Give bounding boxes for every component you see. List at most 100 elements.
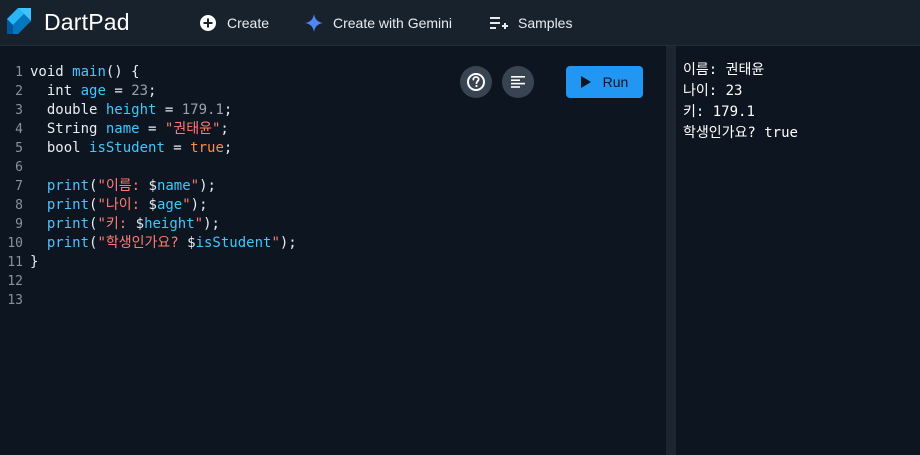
line-number: 8 [15,198,23,213]
play-icon [580,76,591,88]
operator: = [156,102,182,118]
run-label: Run [602,74,629,90]
code-line: bool isStudent = true; [30,139,666,158]
line-number: 3 [15,103,23,118]
playlist-add-icon [490,14,508,32]
samples-label: Samples [518,15,573,31]
number-literal: 179.1 [181,102,224,118]
operator: = [164,140,191,156]
line-number: 4 [15,122,23,137]
interpolation: $ [187,235,196,251]
punctuation: } [30,254,39,270]
string-literal: " [182,197,191,213]
punctuation: ; [220,121,229,137]
string-literal: "나이: [97,197,149,213]
help-button[interactable] [460,66,492,98]
line-number: 6 [15,160,23,175]
console-line: 키: 179.1 [683,104,755,120]
interpolated-variable: name [156,178,191,194]
code-line: print("학생인가요? $isStudent"); [30,234,666,253]
create-with-gemini-label: Create with Gemini [333,15,453,31]
code-editor[interactable]: 1 2 3 4 5 6 7 8 9 10 11 12 13 void main(… [0,46,666,455]
console-line: 이름: 권태윤 [683,62,765,78]
dart-logo-icon[interactable] [4,5,38,39]
punctuation: ); [203,216,220,232]
string-literal: "키: [97,216,136,232]
line-number-gutter: 1 2 3 4 5 6 7 8 9 10 11 12 13 [0,63,24,310]
variable: height [105,102,157,118]
punctuation: ); [190,197,208,213]
code-line: print("나이: $age"); [30,196,666,215]
interpolation: $ [135,216,145,232]
type: double [46,102,98,118]
interpolated-variable: age [156,197,183,213]
format-align-icon [511,76,525,88]
string-literal: " [190,178,200,194]
create-label: Create [227,15,270,31]
format-button[interactable] [502,66,534,98]
punctuation: ); [279,235,297,251]
code-line: } [30,253,666,272]
string-literal: "권태윤" [164,121,221,137]
console-line: 나이: 23 [683,83,743,99]
interpolation: $ [148,197,157,213]
line-number: 7 [15,179,23,194]
line-number: 13 [7,293,23,308]
line-number: 12 [7,274,23,289]
app-title: DartPad [44,9,130,35]
variable: name [105,121,140,137]
code-line: print("키: $height"); [30,215,666,234]
console-output: 이름: 권태윤 나이: 23 키: 179.1 학생인가요? true [676,46,920,455]
line-number: 9 [15,217,23,232]
code-line: print("이름: $name"); [30,177,666,196]
punctuation: ; [148,83,157,99]
function-name: main [72,64,106,80]
line-number: 10 [7,236,23,251]
string-literal: " [194,216,204,232]
interpolated-variable: height [144,216,195,232]
function-name: print [46,235,90,251]
variable: isStudent [89,140,165,156]
gemini-sparkle-icon [305,14,323,32]
line-number: 11 [7,255,23,270]
type: String [46,121,98,137]
type: int [46,83,73,99]
string-literal: "학생인가요? [97,235,188,251]
app-header: DartPad Create Create with Gemini Sample… [0,0,920,46]
operator: = [105,83,132,99]
help-circle-icon [467,73,485,91]
type: bool [46,140,81,156]
punctuation: () { [105,64,140,80]
interpolation: $ [148,178,157,194]
punctuation: ); [199,178,216,194]
add-circle-icon [199,14,217,32]
code-content[interactable]: void main() { int age = 23; double heigh… [30,63,666,310]
keyword: void [30,64,64,80]
operator: = [139,121,165,137]
variable: age [80,83,106,99]
string-literal: "이름: [97,178,149,194]
punctuation: ; [223,140,233,156]
boolean-literal: true [190,140,224,156]
function-name: print [46,216,90,232]
function-name: print [46,197,90,213]
string-literal: " [271,235,280,251]
run-button[interactable]: Run [566,66,643,98]
punctuation: ; [223,102,233,118]
pane-divider[interactable] [666,46,676,455]
create-button[interactable]: Create [199,12,269,34]
samples-button[interactable]: Samples [490,12,572,34]
code-line: String name = "권태윤"; [30,120,666,139]
number-literal: 23 [131,83,149,99]
line-number: 5 [15,141,23,156]
create-with-gemini-button[interactable]: Create with Gemini [305,12,452,34]
line-number: 1 [15,65,23,80]
line-number: 2 [15,84,23,99]
code-line: double height = 179.1; [30,101,666,120]
interpolated-variable: isStudent [195,235,272,251]
console-line: 학생인가요? true [683,125,798,141]
function-name: print [46,178,90,194]
